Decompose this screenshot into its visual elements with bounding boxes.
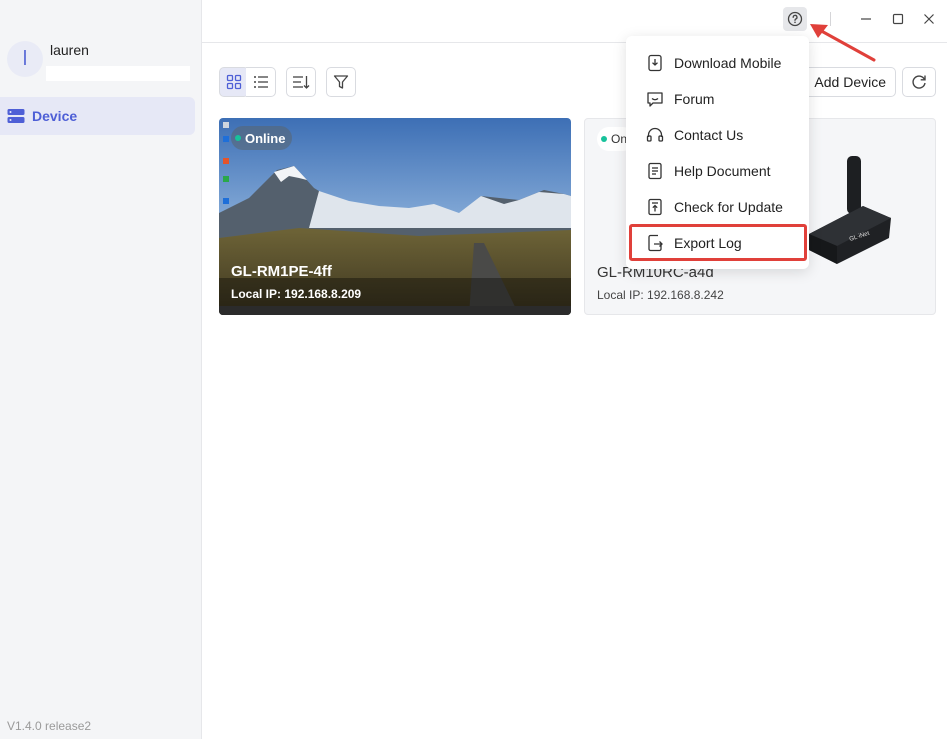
grid-view-icon (226, 74, 242, 90)
sidebar: l lauren Device V1.4.0 release2 (0, 0, 202, 739)
annotation-arrow (810, 24, 876, 62)
online-dot (235, 135, 241, 141)
menu-item-label: Check for Update (674, 199, 783, 215)
menu-item-label: Download Mobile (674, 55, 782, 71)
status-badge: Online (231, 126, 293, 150)
router-device-image: GL·iNet (809, 156, 891, 264)
device-card[interactable]: Online GL-RM1PE-4ff Local IP: 192.168.8.… (219, 118, 571, 315)
annotation-highlight-box (629, 224, 807, 261)
device-ip: Local IP: 192.168.8.209 (231, 287, 362, 301)
status-label: Online (245, 130, 286, 146)
menu-item-check-for-update[interactable]: Check for Update (626, 189, 809, 225)
menu-item-contact-us[interactable]: Contact Us (626, 117, 809, 153)
menu-item-label: Help Document (674, 163, 771, 179)
menu-item-help-document[interactable]: Help Document (626, 153, 809, 189)
help-icon (787, 11, 803, 27)
sidebar-item-device[interactable]: Device (0, 97, 195, 135)
document-icon (646, 162, 664, 180)
refresh-icon (912, 75, 926, 89)
device-ip: Local IP: 192.168.8.242 (597, 288, 724, 302)
filter-icon (333, 75, 349, 89)
close-button[interactable] (919, 9, 939, 29)
grid-view-button[interactable] (219, 67, 249, 97)
menu-item-forum[interactable]: Forum (626, 81, 809, 117)
device-name: GL-RM1PE-4ff (231, 263, 332, 280)
refresh-button[interactable] (902, 67, 936, 97)
chat-icon (646, 90, 664, 108)
version-label: V1.4.0 release2 (7, 719, 92, 733)
maximize-icon (892, 13, 904, 25)
app-window: l lauren Device V1.4.0 release2 Add Devi… (0, 0, 947, 739)
user-subtitle-field (46, 66, 190, 81)
filter-button[interactable] (326, 67, 356, 97)
list-view-icon (253, 76, 268, 88)
maximize-button[interactable] (888, 9, 908, 29)
headset-icon (646, 126, 664, 144)
sort-icon (293, 76, 310, 89)
menu-item-label: Forum (674, 91, 715, 107)
menu-item-label: Contact Us (674, 127, 744, 143)
add-device-label: Add Device (814, 74, 886, 90)
online-dot (601, 136, 607, 142)
status-label: On (611, 132, 628, 146)
list-view-button[interactable] (246, 67, 276, 97)
sort-button[interactable] (286, 67, 316, 97)
close-icon (924, 14, 934, 24)
mobile-download-icon (646, 54, 664, 72)
server-icon (7, 109, 25, 123)
avatar[interactable]: l (7, 41, 43, 77)
menu-item-download-mobile[interactable]: Download Mobile (626, 45, 809, 81)
sidebar-item-label: Device (32, 108, 78, 124)
add-device-button[interactable]: Add Device (800, 67, 896, 97)
help-button[interactable] (783, 7, 807, 31)
update-icon (646, 198, 664, 216)
username: lauren (50, 42, 89, 58)
avatar-initial: l (22, 47, 28, 70)
